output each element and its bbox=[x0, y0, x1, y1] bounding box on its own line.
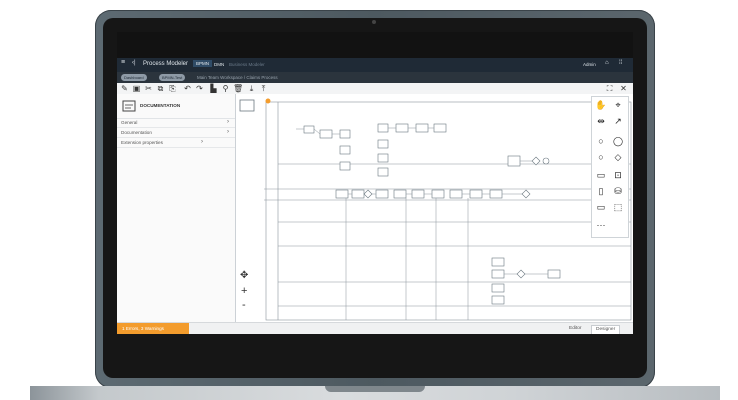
format-icon[interactable]: ▙ bbox=[209, 84, 218, 93]
end-event-icon[interactable]: ○ bbox=[595, 151, 607, 163]
zoom-reset-icon: ✥ bbox=[240, 270, 248, 281]
hand-tool-icon[interactable]: ✋ bbox=[595, 99, 607, 111]
hamburger-icon[interactable]: ≡ bbox=[121, 59, 125, 66]
element-title: DOCUMENTATION bbox=[140, 103, 181, 108]
pool-icon[interactable]: ▭ bbox=[595, 201, 607, 213]
app-title: Process Modeler bbox=[143, 61, 189, 67]
screen-top-band bbox=[117, 32, 633, 58]
laptop-base-notch bbox=[325, 386, 425, 392]
connect-tool-icon[interactable]: ↗ bbox=[612, 115, 624, 127]
chevron-right-icon: › bbox=[201, 139, 203, 145]
start-event-icon[interactable]: ○ bbox=[595, 135, 607, 147]
gateway-icon[interactable]: ◇ bbox=[612, 151, 624, 163]
status-bar: 1 Errors, 3 Warnings Editor Designer bbox=[117, 322, 633, 334]
task-icon[interactable]: ▭ bbox=[595, 169, 607, 181]
intermediate-event-icon[interactable]: ◯ bbox=[612, 135, 624, 147]
pencil-icon[interactable]: ✎ bbox=[120, 84, 129, 93]
subprocess-icon[interactable]: ⊡ bbox=[612, 169, 624, 181]
start-event-marker bbox=[265, 98, 271, 104]
fullscreen-icon[interactable]: ⛶ bbox=[605, 84, 614, 93]
cut-icon[interactable]: ✂ bbox=[144, 84, 153, 93]
upload-icon[interactable]: ⤒ bbox=[259, 84, 268, 93]
close-icon[interactable]: ✕ bbox=[619, 84, 628, 93]
download-icon[interactable]: ⤓ bbox=[247, 84, 256, 93]
breadcrumb: Dashboard BPMN-Test Main Team Workspace … bbox=[117, 72, 633, 83]
chevron-right-icon: › bbox=[227, 119, 229, 125]
camera-dot bbox=[372, 20, 376, 24]
tab-editor[interactable]: Editor bbox=[565, 325, 586, 333]
delete-icon[interactable]: 🗑 bbox=[233, 84, 243, 93]
panel-header: DOCUMENTATION bbox=[117, 94, 235, 119]
copy-icon[interactable]: ⧉ bbox=[156, 84, 165, 93]
header-tab-business[interactable]: Business Modeler bbox=[229, 62, 265, 67]
breadcrumb-pill-dashboard[interactable]: Dashboard bbox=[121, 74, 147, 81]
breadcrumb-path: Main Team Workspace / Claims Process bbox=[197, 75, 278, 80]
zoom-icon[interactable]: ⚲ bbox=[221, 84, 230, 93]
save-icon[interactable]: ▣ bbox=[132, 84, 141, 93]
redo-icon[interactable]: ↷ bbox=[195, 84, 204, 93]
group-icon[interactable]: ⬚ bbox=[612, 201, 624, 213]
panel-row-general[interactable]: General › bbox=[117, 118, 235, 128]
tab-designer[interactable]: Designer bbox=[591, 325, 621, 334]
bezel-bottom bbox=[117, 334, 633, 372]
paste-icon[interactable]: ⎘ bbox=[168, 84, 177, 93]
zoom-in-button: + bbox=[241, 285, 247, 297]
user-menu[interactable]: Admin bbox=[583, 62, 596, 67]
lasso-tool-icon[interactable]: ⌖ bbox=[612, 99, 624, 111]
tool-palette: ✋ ⌖ ⇹ ↗ ○ ◯ ○ ◇ ▭ ⊡ ▯ ⛁ ▭ ⬚ ··· bbox=[591, 96, 629, 238]
bpmn-diagram[interactable]: ✥ + - bbox=[236, 94, 633, 322]
data-object-icon[interactable]: ▯ bbox=[595, 185, 607, 197]
chevron-right-icon: › bbox=[227, 129, 229, 135]
home-icon[interactable]: ⌂ bbox=[605, 60, 609, 66]
undo-icon[interactable]: ↶ bbox=[183, 84, 192, 93]
warnings-badge[interactable]: 1 Errors, 3 Warnings bbox=[117, 323, 189, 334]
apps-grid-icon[interactable]: ⁞⁞ bbox=[619, 60, 622, 66]
diagram-canvas[interactable]: ✥ + - bbox=[236, 94, 633, 322]
panel-row-extension[interactable]: Extension properties › bbox=[117, 138, 235, 148]
back-icon[interactable]: ‹| bbox=[132, 60, 136, 66]
breadcrumb-pill-project[interactable]: BPMN-Test bbox=[159, 74, 186, 81]
data-store-icon[interactable]: ⛁ bbox=[612, 185, 624, 197]
zoom-out-button: - bbox=[242, 299, 246, 311]
canvas-shape bbox=[239, 99, 255, 112]
element-icon bbox=[122, 100, 136, 112]
header-tab-bpmn[interactable]: BPMN bbox=[193, 60, 213, 67]
app-header: ≡ ‹| Process Modeler BPMN DMN Business M… bbox=[117, 58, 633, 72]
more-icon[interactable]: ··· bbox=[595, 219, 607, 231]
space-tool-icon[interactable]: ⇹ bbox=[595, 115, 607, 127]
properties-panel: DOCUMENTATION General › Documentation › … bbox=[117, 94, 236, 322]
header-tab-dmn[interactable]: DMN bbox=[214, 62, 224, 67]
panel-row-documentation[interactable]: Documentation › bbox=[117, 128, 235, 138]
screen: ≡ ‹| Process Modeler BPMN DMN Business M… bbox=[117, 32, 633, 334]
